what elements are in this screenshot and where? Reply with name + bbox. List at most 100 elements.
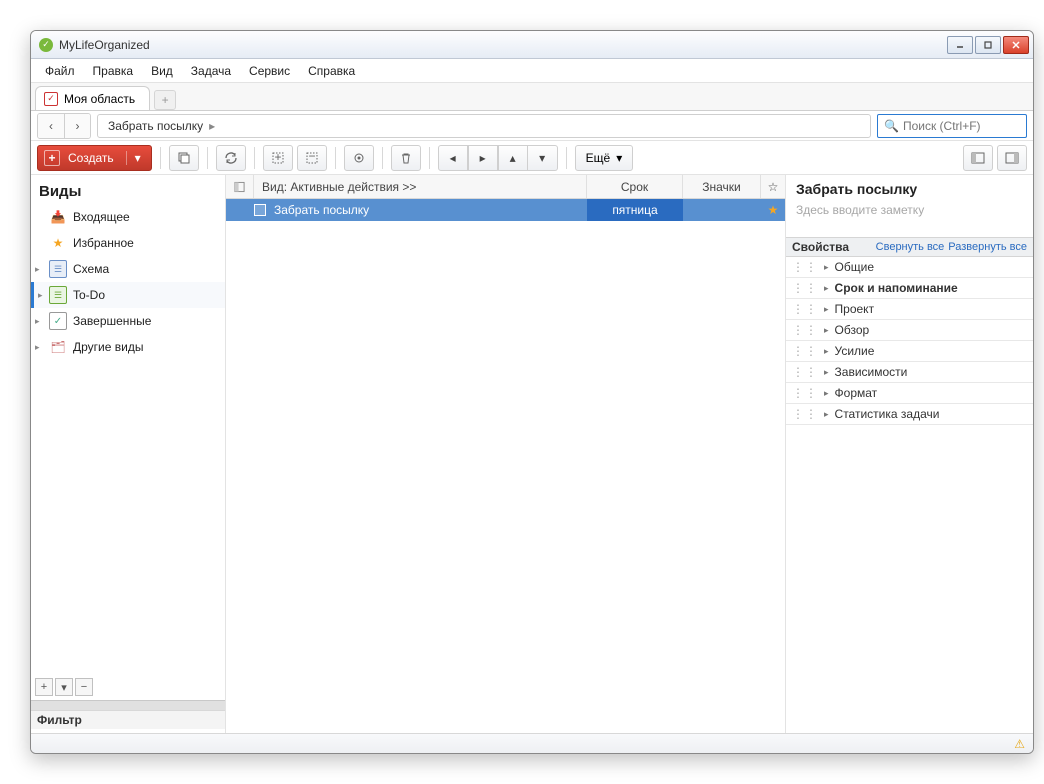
forward-button[interactable]: ›	[64, 114, 90, 138]
copy-button[interactable]	[169, 145, 199, 171]
sidebar-footer: + ▾ −	[31, 674, 225, 700]
note-input[interactable]: Здесь вводите заметку	[786, 203, 1033, 237]
sidebar-item-outline[interactable]: ▸ ☰ Схема	[31, 256, 225, 282]
prop-section-review[interactable]: ⋮⋮▸Обзор	[786, 320, 1033, 341]
nav-row: ‹ › Забрать посылку ▸ 🔍	[31, 111, 1033, 141]
sidebar-item-label: Избранное	[73, 236, 134, 250]
prop-section-general[interactable]: ⋮⋮▸Общие	[786, 257, 1033, 278]
focus-button[interactable]	[344, 145, 374, 171]
task-name: Забрать посылку	[274, 203, 369, 217]
move-up-button[interactable]: ▴	[498, 145, 528, 171]
menu-task[interactable]: Задача	[183, 61, 239, 81]
layout-left-button[interactable]	[963, 145, 993, 171]
window-controls	[947, 36, 1029, 54]
chevron-down-icon: ▾	[126, 151, 141, 165]
task-list: Вид: Активные действия >> Срок Значки ☆ …	[226, 175, 785, 733]
svg-text:−: −	[308, 151, 315, 163]
filter-panel-header[interactable]: Фильтр	[31, 710, 225, 729]
sync-button[interactable]	[216, 145, 246, 171]
details-title: Забрать посылку	[786, 175, 1033, 203]
sidebar-item-completed[interactable]: ▸ ✓ Завершенные	[31, 308, 225, 334]
move-down-button[interactable]: ▾	[528, 145, 558, 171]
search-input[interactable]	[903, 119, 1020, 133]
task-name-cell: Забрать посылку	[226, 199, 587, 221]
menubar: Файл Правка Вид Задача Сервис Справка	[31, 59, 1033, 83]
breadcrumb[interactable]: Забрать посылку ▸	[97, 114, 871, 138]
expand-icon[interactable]: ▸	[35, 316, 40, 327]
column-star[interactable]: ☆	[761, 175, 785, 198]
warning-icon[interactable]: ⚠	[1014, 737, 1025, 751]
view-menu-button[interactable]: ▾	[55, 678, 73, 696]
list-header: Вид: Активные действия >> Срок Значки ☆	[226, 175, 785, 199]
create-label: Создать	[68, 151, 114, 165]
move-left-button[interactable]: ◂	[438, 145, 468, 171]
back-button[interactable]: ‹	[38, 114, 64, 138]
window-title: MyLifeOrganized	[59, 38, 947, 52]
expand-icon[interactable]: ▸	[38, 290, 43, 301]
toolbar-right	[963, 145, 1027, 171]
sidebar-item-favorites[interactable]: ★ Избранное	[31, 230, 225, 256]
new-tab-button[interactable]: +	[154, 90, 176, 110]
expand-icon[interactable]: ▸	[35, 264, 40, 275]
prop-section-stats[interactable]: ⋮⋮▸Статистика задачи	[786, 404, 1033, 425]
menu-help[interactable]: Справка	[300, 61, 363, 81]
sidebar-item-todo[interactable]: ▸ ☰ To-Do	[31, 282, 225, 308]
prop-section-project[interactable]: ⋮⋮▸Проект	[786, 299, 1033, 320]
sidebar-heading: Виды	[31, 179, 225, 204]
breadcrumb-item: Забрать посылку	[108, 119, 203, 133]
expand-all-button[interactable]: +	[263, 145, 293, 171]
create-button[interactable]: + Создать ▾	[37, 145, 152, 171]
task-flags-cell[interactable]	[683, 199, 761, 221]
prop-section-format[interactable]: ⋮⋮▸Формат	[786, 383, 1033, 404]
maximize-button[interactable]	[975, 36, 1001, 54]
task-star-cell[interactable]: ★	[761, 199, 785, 221]
prop-section-effort[interactable]: ⋮⋮▸Усилие	[786, 341, 1033, 362]
close-button[interactable]	[1003, 36, 1029, 54]
task-due-cell[interactable]: пятница	[587, 199, 683, 221]
more-button[interactable]: Ещё ▾	[575, 145, 634, 171]
menu-edit[interactable]: Правка	[85, 61, 142, 81]
svg-text:+: +	[274, 151, 281, 164]
prop-section-due[interactable]: ⋮⋮▸Срок и напоминание	[786, 278, 1033, 299]
search-box[interactable]: 🔍	[877, 114, 1027, 138]
nav-arrows: ‹ ›	[37, 113, 91, 139]
layout-right-button[interactable]	[997, 145, 1027, 171]
delete-button[interactable]	[391, 145, 421, 171]
remove-view-button[interactable]: −	[75, 678, 93, 696]
collapse-all-button[interactable]: −	[297, 145, 327, 171]
app-icon: ✓	[39, 38, 53, 52]
sidebar-item-label: Схема	[73, 262, 109, 276]
statusbar: ⚠	[31, 733, 1033, 753]
menu-service[interactable]: Сервис	[241, 61, 298, 81]
sidebar-item-label: Завершенные	[73, 314, 151, 328]
column-flags[interactable]: Значки	[683, 175, 761, 198]
prop-section-deps[interactable]: ⋮⋮▸Зависимости	[786, 362, 1033, 383]
tabstrip: ✓ Моя область +	[31, 83, 1033, 111]
tab-label: Моя область	[64, 92, 135, 106]
column-due[interactable]: Срок	[587, 175, 683, 198]
view-label-cell[interactable]: Вид: Активные действия >>	[254, 175, 587, 198]
minimize-button[interactable]	[947, 36, 973, 54]
plus-icon: +	[44, 150, 60, 166]
menu-view[interactable]: Вид	[143, 61, 181, 81]
content: Виды 📥 Входящее ★ Избранное ▸ ☰ Схема ▸ …	[31, 175, 1033, 733]
more-label: Ещё	[586, 151, 611, 165]
move-right-button[interactable]: ▸	[468, 145, 498, 171]
column-handle[interactable]	[226, 175, 254, 198]
main-area: Вид: Активные действия >> Срок Значки ☆ …	[226, 175, 1033, 733]
search-icon: 🔍	[884, 119, 899, 133]
collapse-all-link[interactable]: Свернуть все	[876, 241, 945, 253]
sidebar: Виды 📥 Входящее ★ Избранное ▸ ☰ Схема ▸ …	[31, 175, 226, 733]
menu-file[interactable]: Файл	[37, 61, 83, 81]
views-icon: 🗂	[49, 338, 67, 356]
sidebar-item-inbox[interactable]: 📥 Входящее	[31, 204, 225, 230]
task-row[interactable]: Забрать посылку пятница ★	[226, 199, 785, 221]
application-window: ✓ MyLifeOrganized Файл Правка Вид Задача…	[30, 30, 1034, 754]
expand-icon[interactable]: ▸	[35, 342, 40, 353]
separator	[382, 147, 383, 169]
sidebar-item-other[interactable]: ▸ 🗂 Другие виды	[31, 334, 225, 360]
add-view-button[interactable]: +	[35, 678, 53, 696]
expand-all-link[interactable]: Развернуть все	[948, 241, 1027, 253]
workspace-tab[interactable]: ✓ Моя область	[35, 86, 150, 110]
checkbox[interactable]	[254, 204, 266, 216]
